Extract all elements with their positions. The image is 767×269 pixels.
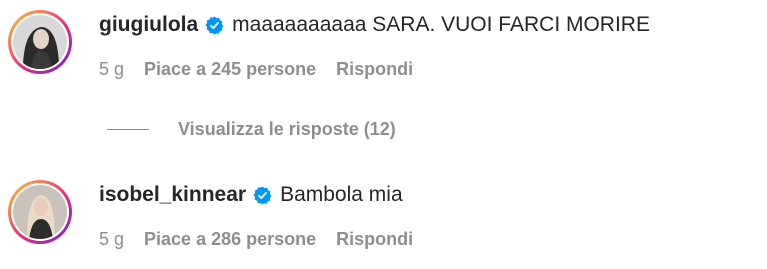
likes-count[interactable]: Piace a 286 persone <box>144 229 316 250</box>
avatar-photo <box>13 185 67 239</box>
avatar-photo <box>13 15 67 69</box>
comment-time[interactable]: 5 g <box>99 59 124 80</box>
comment-time[interactable]: 5 g <box>99 229 124 250</box>
avatar[interactable] <box>8 180 72 244</box>
reply-button[interactable]: Rispondi <box>336 59 413 80</box>
view-replies-label: Visualizza le risposte (12) <box>178 118 396 139</box>
verified-badge-icon <box>205 15 224 35</box>
reply-button[interactable]: Rispondi <box>336 229 413 250</box>
username[interactable]: isobel_kinnear <box>99 183 246 207</box>
likes-count[interactable]: Piace a 245 persone <box>144 59 316 80</box>
comment-text: maaaaaaaaaa SARA. VUOI FARCI MORIRE <box>232 13 650 36</box>
comment-meta: 5 g Piace a 286 persone Rispondi <box>99 226 413 252</box>
comment-text: Bambola mia <box>280 183 403 206</box>
replies-divider <box>107 128 149 130</box>
username[interactable]: giugiulola <box>99 13 198 37</box>
verified-badge-icon <box>253 185 272 205</box>
avatar[interactable] <box>8 10 72 74</box>
comment-meta: 5 g Piace a 245 persone Rispondi <box>99 56 413 82</box>
view-replies-button[interactable]: Visualizza le risposte (12) <box>107 115 396 143</box>
